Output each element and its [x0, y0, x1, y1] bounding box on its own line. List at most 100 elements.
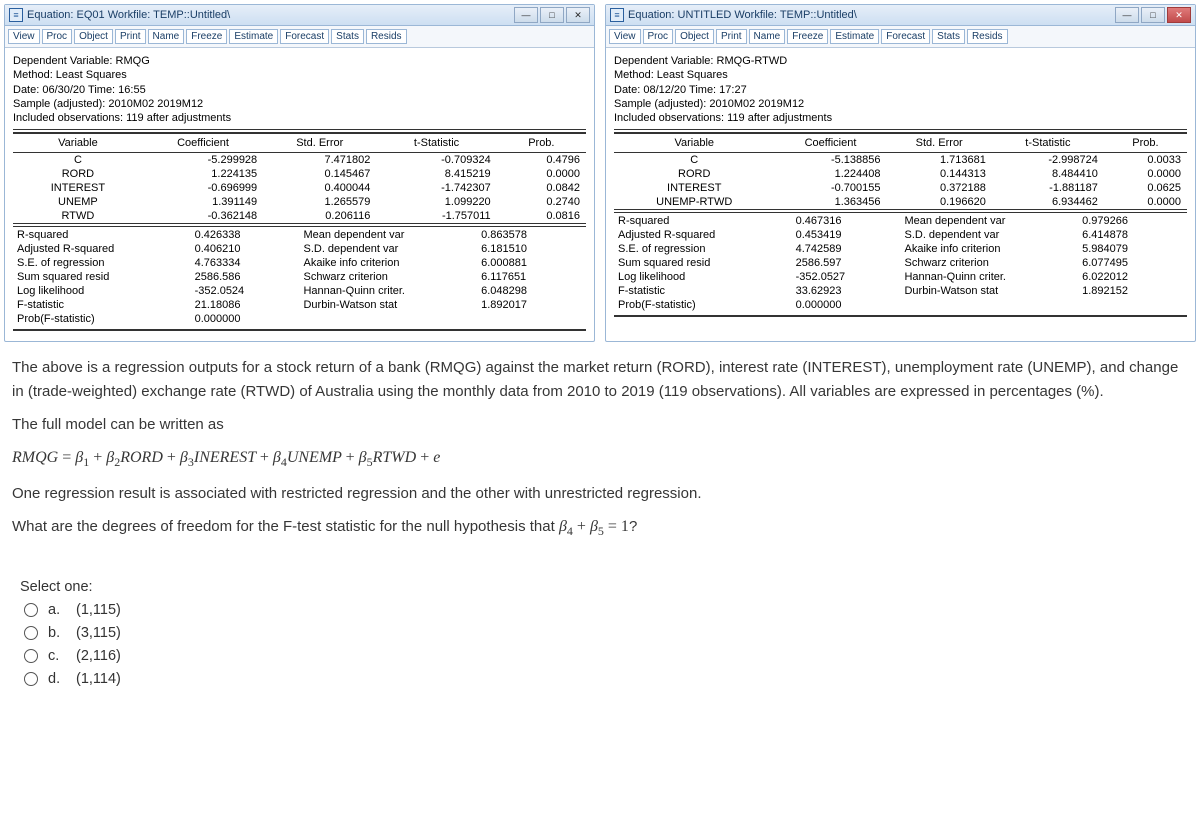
toolbar-resids-button[interactable]: Resids	[366, 29, 407, 44]
toolbar-forecast-button[interactable]: Forecast	[881, 29, 930, 44]
cell: 0.406210	[191, 242, 300, 256]
toolbar-print-button[interactable]: Print	[115, 29, 146, 44]
toolbar-proc-button[interactable]: Proc	[643, 29, 674, 44]
report-header-line: Method: Least Squares	[614, 68, 1187, 82]
cell: 0.0816	[497, 209, 586, 224]
toolbar-freeze-button[interactable]: Freeze	[186, 29, 227, 44]
toolbar-estimate-button[interactable]: Estimate	[229, 29, 278, 44]
maximize-button[interactable]: □	[540, 7, 564, 23]
cell: RORD	[13, 167, 143, 181]
cell: 0.400044	[263, 181, 376, 195]
eviews-window: ≡Equation: UNTITLED Workfile: TEMP::Unti…	[605, 4, 1196, 342]
table-row: INTEREST-0.6969990.400044-1.7423070.0842	[13, 181, 586, 195]
cell: 8.484410	[992, 167, 1104, 181]
cell: 2586.586	[191, 270, 300, 284]
toolbar-view-button[interactable]: View	[609, 29, 641, 44]
minimize-button[interactable]: —	[514, 7, 538, 23]
toolbar-object-button[interactable]: Object	[675, 29, 714, 44]
close-button[interactable]: ✕	[1167, 7, 1191, 23]
table-row: RORD1.2241350.1454678.4152190.0000	[13, 167, 586, 181]
cell: 0.453419	[792, 228, 901, 242]
table-row: R-squared0.426338Mean dependent var0.863…	[13, 227, 586, 243]
question-p4: What are the degrees of freedom for the …	[12, 515, 1188, 541]
radio-icon[interactable]	[24, 626, 38, 640]
cell: 4.763334	[191, 256, 300, 270]
cell: Prob(F-statistic)	[13, 312, 191, 330]
answer-option[interactable]: c.(2,116)	[24, 648, 1176, 664]
report-header-line: Dependent Variable: RMQG	[13, 54, 586, 68]
answer-option[interactable]: a.(1,115)	[24, 602, 1176, 618]
table-row: S.E. of regression4.763334Akaike info cr…	[13, 256, 586, 270]
cell: 2586.597	[792, 256, 901, 270]
cell: 0.000000	[191, 312, 300, 330]
option-text: (3,115)	[76, 625, 121, 641]
cell: 0.0033	[1104, 153, 1187, 168]
toolbar-stats-button[interactable]: Stats	[331, 29, 364, 44]
toolbar-name-button[interactable]: Name	[749, 29, 786, 44]
table-row: F-statistic21.18086Durbin-Watson stat1.8…	[13, 298, 586, 312]
column-header: Std. Error	[887, 133, 992, 153]
answer-block: Select one: a.(1,115)b.(3,115)c.(2,116)d…	[0, 561, 1200, 714]
cell: 7.471802	[263, 153, 376, 168]
cell: 0.0000	[1104, 195, 1187, 210]
report-header-line: Dependent Variable: RMQG-RTWD	[614, 54, 1187, 68]
cell: 1.391149	[143, 195, 263, 209]
cell: Log likelihood	[614, 270, 792, 284]
column-header: Variable	[13, 133, 143, 153]
toolbar-object-button[interactable]: Object	[74, 29, 113, 44]
cell: 0.196620	[887, 195, 992, 210]
answer-option[interactable]: d.(1,114)	[24, 671, 1176, 687]
toolbar-proc-button[interactable]: Proc	[42, 29, 73, 44]
cell: -1.757011	[376, 209, 496, 224]
cell: 0.4796	[497, 153, 586, 168]
cell: R-squared	[614, 213, 792, 229]
radio-icon[interactable]	[24, 649, 38, 663]
toolbar-print-button[interactable]: Print	[716, 29, 747, 44]
option-letter: b.	[48, 625, 66, 641]
cell: -0.700155	[775, 181, 887, 195]
regression-report: Dependent Variable: RMQG-RTWDMethod: Lea…	[606, 48, 1195, 327]
radio-icon[interactable]	[24, 603, 38, 617]
model-equation: RMQG = β1 + β2RORD + β3INEREST + β4UNEMP…	[12, 446, 1188, 472]
summary-stats-table: R-squared0.426338Mean dependent var0.863…	[13, 226, 586, 331]
toolbar-freeze-button[interactable]: Freeze	[787, 29, 828, 44]
toolbar-forecast-button[interactable]: Forecast	[280, 29, 329, 44]
radio-icon[interactable]	[24, 672, 38, 686]
cell: 6.117651	[477, 270, 586, 284]
report-header-line: Sample (adjusted): 2010M02 2019M12	[614, 97, 1187, 111]
maximize-button[interactable]: □	[1141, 7, 1165, 23]
cell: 1.224135	[143, 167, 263, 181]
option-text: (2,116)	[76, 648, 121, 664]
toolbar-resids-button[interactable]: Resids	[967, 29, 1008, 44]
answer-option[interactable]: b. (3,115)	[24, 625, 1176, 641]
cell: -1.742307	[376, 181, 496, 195]
titlebar: ≡Equation: EQ01 Workfile: TEMP::Untitled…	[5, 5, 594, 26]
close-button[interactable]: ✕	[566, 7, 590, 23]
table-row: Sum squared resid2586.586Schwarz criteri…	[13, 270, 586, 284]
question-text: The above is a regression outputs for a …	[0, 346, 1200, 561]
cell: -5.299928	[143, 153, 263, 168]
minimize-button[interactable]: —	[1115, 7, 1139, 23]
cell: 0.206116	[263, 209, 376, 224]
report-header-line: Included observations: 119 after adjustm…	[614, 111, 1187, 125]
cell: 0.0625	[1104, 181, 1187, 195]
report-header-line: Sample (adjusted): 2010M02 2019M12	[13, 97, 586, 111]
cell: 1.363456	[775, 195, 887, 210]
cell: Adjusted R-squared	[13, 242, 191, 256]
cell: 0.0000	[1104, 167, 1187, 181]
table-row: C-5.2999287.471802-0.7093240.4796	[13, 153, 586, 168]
cell	[477, 312, 586, 330]
table-row: UNEMP1.3911491.2655791.0992200.2740	[13, 195, 586, 209]
cell: S.E. of regression	[13, 256, 191, 270]
table-row: R-squared0.467316Mean dependent var0.979…	[614, 213, 1187, 229]
cell: R-squared	[13, 227, 191, 243]
table-row: INTEREST-0.7001550.372188-1.8811870.0625	[614, 181, 1187, 195]
toolbar-estimate-button[interactable]: Estimate	[830, 29, 879, 44]
toolbar-view-button[interactable]: View	[8, 29, 40, 44]
cell: -352.0524	[191, 284, 300, 298]
cell: 0.426338	[191, 227, 300, 243]
eviews-window: ≡Equation: EQ01 Workfile: TEMP::Untitled…	[4, 4, 595, 342]
toolbar-stats-button[interactable]: Stats	[932, 29, 965, 44]
report-header-line: Date: 08/12/20 Time: 17:27	[614, 83, 1187, 97]
toolbar-name-button[interactable]: Name	[148, 29, 185, 44]
